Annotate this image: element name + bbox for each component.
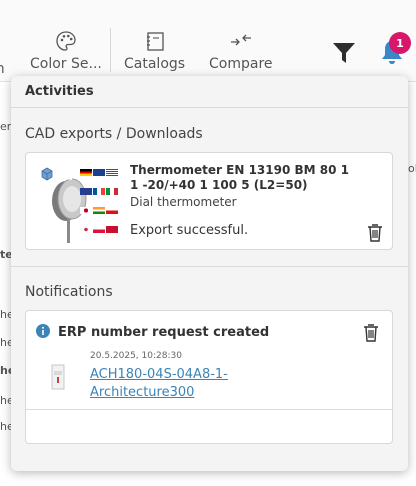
flag-icon bbox=[106, 226, 118, 233]
background-text: ol bbox=[408, 162, 416, 175]
notification-link[interactable]: ACH180-04S-04A8-1-Architecture300 bbox=[90, 366, 290, 402]
filter-icon bbox=[333, 43, 355, 63]
toolbar-divider bbox=[110, 28, 111, 72]
language-flags bbox=[80, 162, 120, 238]
flag-icon bbox=[106, 207, 118, 214]
palette-icon bbox=[56, 31, 76, 51]
cad-item-subtitle: Dial thermometer bbox=[130, 195, 237, 209]
section-divider bbox=[11, 266, 408, 267]
cad-item-status: Export successful. bbox=[130, 223, 249, 238]
compare-arrows-icon bbox=[230, 34, 251, 46]
flag-icon bbox=[80, 169, 92, 176]
flag-icon bbox=[93, 226, 105, 233]
catalogs-button[interactable]: Catalogs bbox=[124, 30, 185, 72]
flag-icon bbox=[80, 188, 92, 195]
flag-icon bbox=[80, 226, 92, 233]
notification-timestamp: 20.5.2025, 10:28:30 bbox=[90, 351, 182, 361]
filter-button[interactable] bbox=[332, 42, 356, 68]
activities-panel: Activities CAD exports / Downloads Therm… bbox=[11, 76, 408, 471]
catalog-icon bbox=[146, 32, 164, 51]
delete-notification-icon[interactable] bbox=[362, 323, 380, 343]
color-search-label: Color Se... bbox=[30, 56, 102, 72]
cad-item-title: Thermometer EN 13190 BM 80 1 1 -20/+40 1… bbox=[130, 163, 349, 192]
notifications-title: Notifications bbox=[25, 284, 113, 300]
cad-export-item[interactable]: Thermometer EN 13190 BM 80 1 1 -20/+40 1… bbox=[25, 152, 393, 250]
panel-title: Activities bbox=[11, 76, 408, 108]
search-button-label[interactable]: ch bbox=[0, 61, 5, 77]
flag-icon bbox=[106, 188, 118, 195]
notification-item[interactable]: ERP number request created 20.5.2025, 10… bbox=[25, 310, 393, 444]
cad-exports-title: CAD exports / Downloads bbox=[25, 126, 203, 142]
delete-cad-export-icon[interactable] bbox=[366, 223, 384, 243]
compare-label: Compare bbox=[209, 56, 273, 72]
flag-icon bbox=[93, 207, 105, 214]
flag-icon bbox=[106, 169, 118, 176]
flag-icon bbox=[80, 207, 92, 214]
catalogs-label: Catalogs bbox=[124, 56, 186, 72]
toolbar: ch Color Se... Catalogs Compare bbox=[0, 0, 416, 82]
info-icon bbox=[36, 324, 50, 338]
notification-count-badge: 1 bbox=[389, 32, 411, 54]
notification-divider bbox=[26, 409, 392, 410]
notification-title: ERP number request created bbox=[58, 325, 270, 340]
compare-button[interactable]: Compare bbox=[209, 30, 273, 72]
flag-icon bbox=[93, 188, 105, 195]
color-search-button[interactable]: Color Se... bbox=[30, 30, 102, 72]
product-thumbnail-icon bbox=[51, 364, 65, 390]
flag-icon bbox=[93, 169, 105, 176]
